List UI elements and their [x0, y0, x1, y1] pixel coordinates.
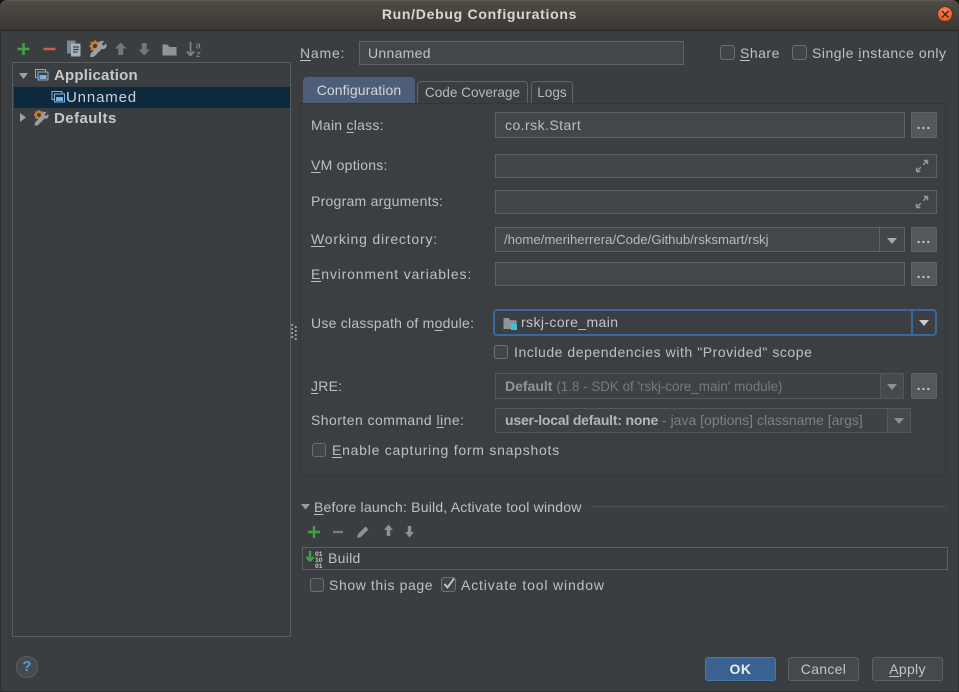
svg-text:01: 01	[315, 563, 323, 569]
svg-text:z: z	[196, 49, 201, 60]
